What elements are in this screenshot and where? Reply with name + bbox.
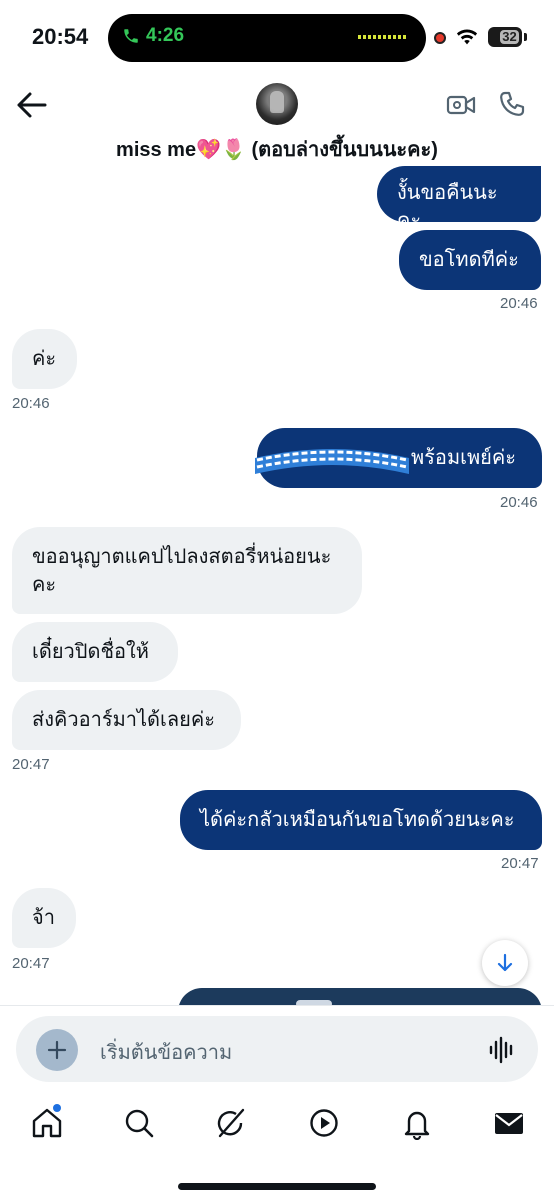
phone-icon [124,29,138,43]
battery-icon: 32 [488,27,522,47]
phone-call-icon[interactable] [498,90,526,118]
battery-nub [524,33,527,41]
ribbon-sticker [255,449,409,474]
video-icon[interactable] [307,1106,341,1140]
arrow-down-icon [497,953,513,972]
message-timestamp: 20:46 [12,395,50,412]
search-icon[interactable] [122,1106,156,1140]
message-bubble-received[interactable]: ส่งคิวอาร์มาได้เลยค่ะ [12,690,241,750]
avatar[interactable] [256,83,298,125]
grok-icon[interactable] [214,1106,248,1140]
message-input[interactable] [16,1016,538,1082]
home-indicator [178,1183,376,1190]
message-timestamp: 20:47 [12,955,50,972]
video-call-icon[interactable] [446,92,476,118]
call-timer: 4:26 [146,25,185,46]
message-timestamp: 20:47 [12,756,50,773]
plus-glyph [47,1040,67,1060]
message-timestamp: 20:46 [500,295,538,312]
notification-dot [53,1104,61,1112]
message-bubble-sent[interactable]: ขอโทดทีค่ะ [399,230,541,290]
dm-conversation-screen: 20:54 4:26 32 miss me💖🌷 (ตอบล่างขึ้นบนนะ… [0,0,554,1200]
message-timestamp: 20:47 [501,855,539,872]
conversation-name[interactable]: miss me💖🌷 (ตอบล่างขึ้นบนนะคะ) [0,133,554,165]
wifi-icon [456,29,478,45]
message-bubble-sent[interactable]: งั้นขอคืนนะคะ [377,166,541,232]
voice-wave-icon[interactable] [488,1036,516,1064]
message-timestamp: 20:46 [500,494,538,511]
battery-level: 32 [500,30,519,44]
audio-wave [358,35,408,39]
dynamic-island[interactable]: 4:26 [108,14,426,62]
message-bubble-received[interactable]: จ้า [12,888,76,948]
messages-icon[interactable] [492,1106,526,1140]
scroll-to-bottom-button[interactable] [482,940,528,986]
message-bubble-received[interactable]: เดี๋ยวปิดชื่อให้ [12,622,178,682]
message-bubble-received[interactable]: ค่ะ [12,329,77,389]
recording-dot-icon [434,32,446,44]
back-arrow-icon[interactable] [16,90,48,120]
message-bubble-received[interactable]: ขออนุญาตแคปไปลงสตอรี่หน่อยนะคะ [12,527,362,614]
plus-icon[interactable] [36,1029,78,1071]
message-input-placeholder[interactable]: เริ่มต้นข้อความ [100,1036,232,1068]
message-bubble-sent[interactable]: ได้ค่ะกลัวเหมือนกันขอโทดด้วยนะคะ [180,790,542,850]
call-indicator: 4:26 [122,25,184,47]
notifications-icon[interactable] [400,1106,434,1140]
status-time: 20:54 [32,24,89,49]
